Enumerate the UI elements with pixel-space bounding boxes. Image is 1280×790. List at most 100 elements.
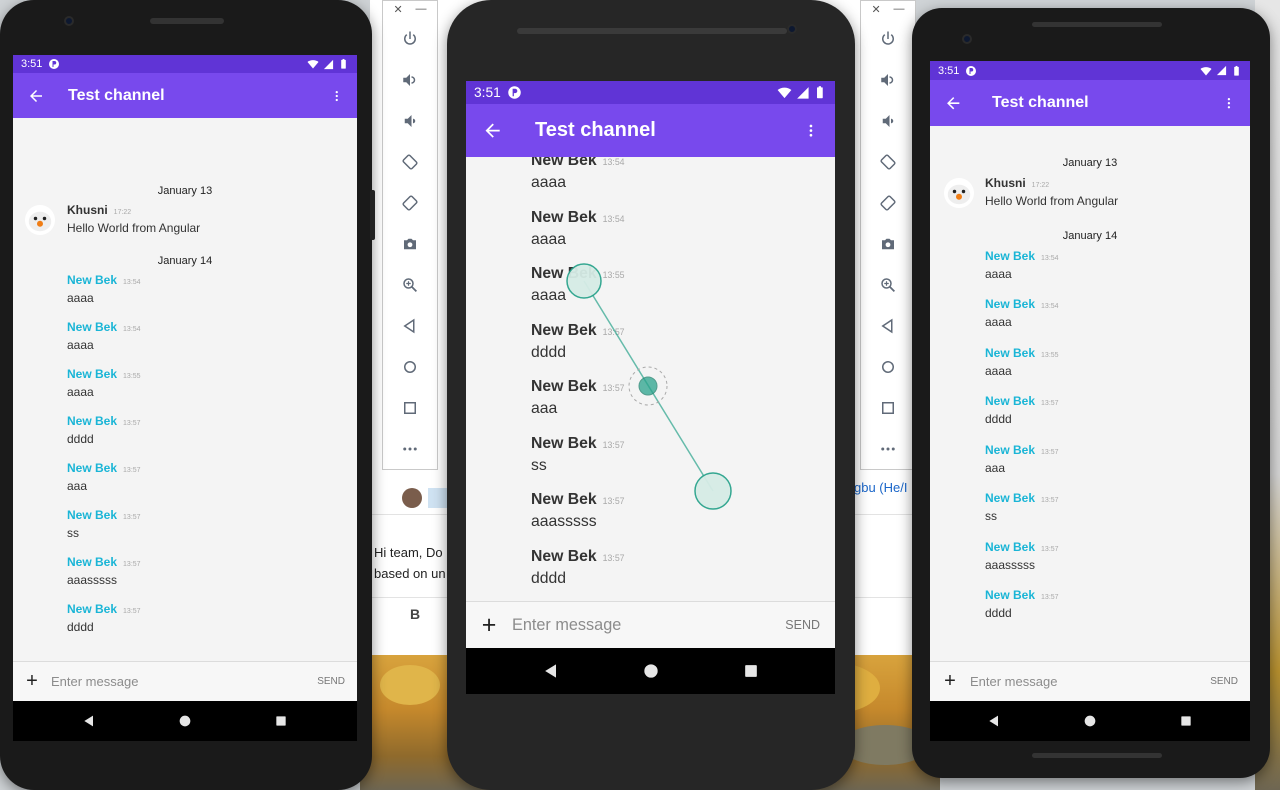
message-item[interactable]: New Bek 13:55 aaaa	[930, 346, 1250, 395]
power-tool-button[interactable]: power-icon	[861, 18, 915, 59]
nav-home-icon[interactable]	[177, 713, 193, 729]
back-tool-button[interactable]: back-icon	[861, 305, 915, 346]
volume-down-tool-button[interactable]: volume-down-icon	[861, 100, 915, 141]
back-arrow-icon[interactable]	[466, 104, 519, 157]
message-item[interactable]: New Bek 13:54 aaaa	[466, 157, 835, 209]
minimize-icon[interactable]: —	[416, 3, 427, 16]
zoom-tool-button[interactable]: zoom-icon	[383, 264, 437, 305]
send-button[interactable]: SEND	[317, 676, 345, 687]
message-item[interactable]: New Bek 13:57 aaa	[466, 378, 835, 435]
home-tool-button[interactable]: home-icon	[861, 346, 915, 387]
message-item[interactable]: New Bek 13:54 aaaa	[13, 273, 357, 320]
message-input[interactable]	[51, 674, 271, 689]
message-timestamp: 13:57	[602, 326, 625, 337]
volume-down-icon	[879, 112, 897, 130]
back-arrow-icon[interactable]	[930, 80, 976, 126]
message-item[interactable]: New Bek 13:57 aaasssss	[13, 555, 357, 602]
message-item[interactable]: New Bek 13:57 ss	[466, 435, 835, 492]
rotate-right-tool-button[interactable]: rotate-right-icon	[861, 182, 915, 223]
nav-home-icon[interactable]	[1082, 713, 1098, 729]
message-item[interactable]: New Bek 13:57 aaa	[13, 461, 357, 508]
message-item[interactable]: New Bek 13:57 dddd	[466, 322, 835, 379]
message-item[interactable]: New Bek 13:57 ss	[13, 508, 357, 555]
message-header: New Bek 13:57	[67, 414, 141, 428]
nav-recents-icon[interactable]	[741, 661, 761, 681]
rotate-left-tool-button[interactable]: rotate-left-icon	[383, 141, 437, 182]
notification-icon	[965, 65, 977, 77]
close-icon[interactable]: ✕	[393, 3, 402, 16]
back-arrow-icon[interactable]	[13, 73, 58, 118]
message-item[interactable]: New Bek 13:57 aaa	[930, 443, 1250, 492]
volume-down-tool-button[interactable]: volume-down-icon	[383, 100, 437, 141]
volume-up-tool-button[interactable]: volume-up-icon	[861, 59, 915, 100]
message-header: New Bek 13:54	[985, 297, 1059, 311]
message-item[interactable]: New Bek 13:55 aaaa	[13, 367, 357, 414]
message-item[interactable]: New Bek 13:55 aaaa	[466, 265, 835, 322]
home-tool-button[interactable]: home-icon	[383, 346, 437, 387]
zoom-icon	[879, 276, 897, 294]
nav-back-icon[interactable]	[541, 661, 561, 681]
overflow-menu-icon[interactable]	[317, 73, 358, 118]
more-tool-button[interactable]: more-icon	[861, 428, 915, 469]
message-text: ss	[531, 456, 547, 474]
message-input[interactable]	[512, 615, 732, 635]
message-item[interactable]: New Bek 13:57 aaasssss	[466, 491, 835, 548]
overflow-menu-icon[interactable]	[1209, 80, 1250, 126]
minimize-icon[interactable]: —	[894, 3, 905, 16]
sender-name: New Bek	[531, 547, 597, 565]
signal-icon	[1216, 65, 1227, 76]
more-tool-button[interactable]: more-icon	[383, 428, 437, 469]
message-item[interactable]: New Bek 13:54 aaaa	[930, 297, 1250, 346]
overview-tool-button[interactable]: overview-icon	[861, 387, 915, 428]
phone-screen: 3:51 Test channel January 13 Khusni 17:22 Hel…	[930, 61, 1250, 741]
message-item[interactable]: New Bek 13:57 ss	[930, 491, 1250, 540]
nav-recents-icon[interactable]	[273, 713, 289, 729]
nav-back-icon[interactable]	[986, 713, 1002, 729]
bold-button[interactable]: B	[410, 606, 420, 622]
message-item[interactable]: New Bek 13:57 dddd	[930, 588, 1250, 637]
message-text: dddd	[67, 620, 94, 634]
channel-title: Test channel	[68, 86, 165, 104]
phone-device-left: 3:51 Test channel January 13 Khusni 17:22 Hel…	[0, 0, 375, 790]
message-item[interactable]: New Bek 13:54 aaaa	[930, 249, 1250, 298]
message-item[interactable]: New Bek 13:57 dddd	[13, 602, 357, 649]
add-attachment-button[interactable]: +	[930, 670, 970, 693]
message-text: ss	[67, 526, 79, 540]
message-item[interactable]: Khusni 17:22 Hello World from Angular	[13, 203, 357, 250]
system-nav-bar	[930, 701, 1250, 741]
message-item[interactable]: New Bek 13:57 dddd	[466, 548, 835, 602]
send-button[interactable]: SEND	[1210, 676, 1238, 687]
rotate-right-tool-button[interactable]: rotate-right-icon	[383, 182, 437, 223]
message-item[interactable]: New Bek 13:57 dddd	[930, 394, 1250, 443]
message-header: New Bek 13:57	[985, 394, 1059, 408]
overflow-menu-icon[interactable]	[787, 104, 835, 157]
message-item[interactable]: New Bek 13:54 aaaa	[13, 320, 357, 367]
add-attachment-button[interactable]: +	[13, 670, 51, 693]
channel-title: Test channel	[535, 119, 656, 141]
camera-tool-button[interactable]: camera-icon	[861, 223, 915, 264]
overview-tool-button[interactable]: overview-icon	[383, 387, 437, 428]
add-attachment-button[interactable]: +	[466, 611, 512, 640]
rotate-left-tool-button[interactable]: rotate-left-icon	[861, 141, 915, 182]
volume-up-tool-button[interactable]: volume-up-icon	[383, 59, 437, 100]
zoom-tool-button[interactable]: zoom-icon	[861, 264, 915, 305]
power-tool-button[interactable]: power-icon	[383, 18, 437, 59]
sender-name: New Bek	[985, 442, 1036, 457]
message-item[interactable]: New Bek 13:57 aaasssss	[930, 540, 1250, 589]
message-input[interactable]	[970, 674, 1170, 689]
message-timestamp: 13:57	[602, 552, 625, 563]
message-text: aaa	[531, 400, 558, 417]
message-item[interactable]: Khusni 17:22 Hello World from Angular	[930, 176, 1250, 225]
message-item[interactable]: New Bek 13:57 dddd	[13, 414, 357, 461]
camera-tool-button[interactable]: camera-icon	[383, 223, 437, 264]
nav-home-icon[interactable]	[641, 661, 661, 681]
message-item[interactable]: New Bek 13:54 aaaa	[466, 209, 835, 266]
wifi-icon	[777, 85, 792, 100]
speaker-grille	[517, 28, 787, 34]
nav-back-icon[interactable]	[81, 713, 97, 729]
send-button[interactable]: SEND	[785, 618, 820, 632]
close-icon[interactable]: ✕	[871, 3, 880, 16]
nav-recents-icon[interactable]	[1178, 713, 1194, 729]
back-tool-button[interactable]: back-icon	[383, 305, 437, 346]
message-timestamp: 13:54	[602, 213, 625, 224]
